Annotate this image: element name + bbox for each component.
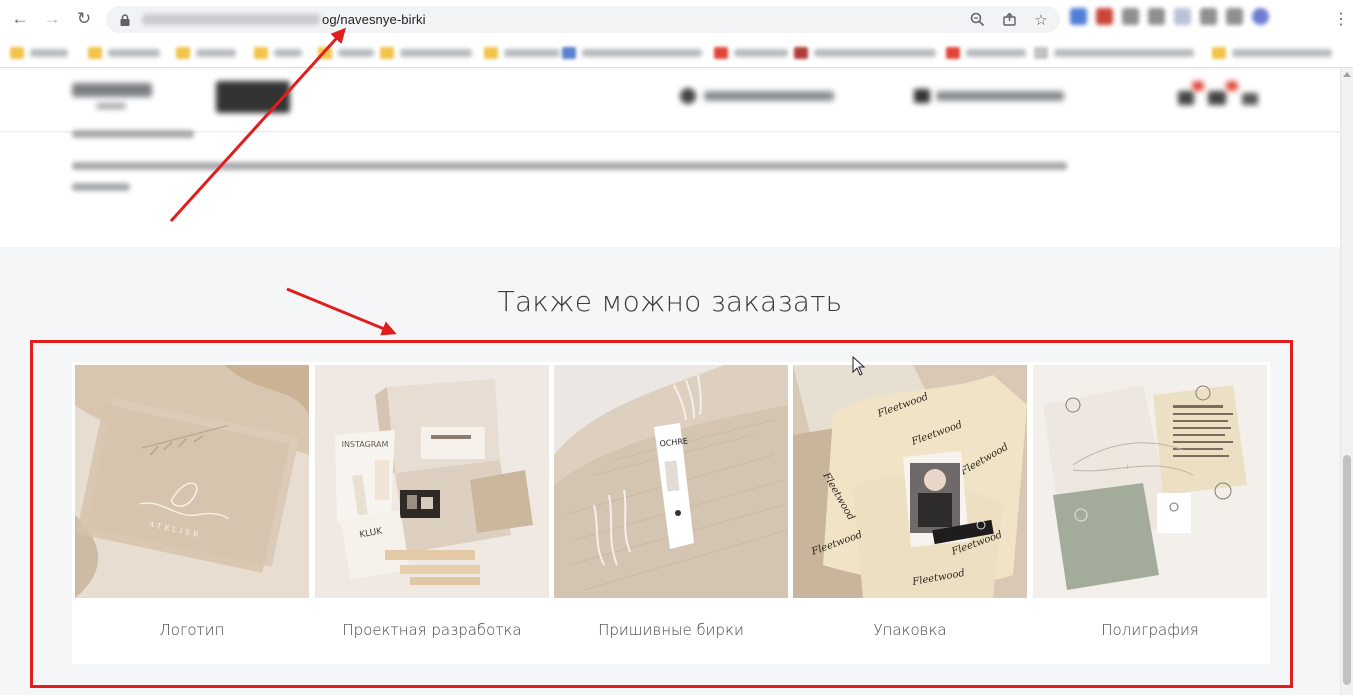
extension-icon[interactable]: [1226, 8, 1243, 25]
bookmark-item[interactable]: [254, 46, 302, 60]
bookmarks-bar: [0, 38, 1353, 68]
folder-icon: [1212, 47, 1226, 59]
folder-icon: [254, 47, 268, 59]
favorites-icon[interactable]: [1208, 91, 1226, 105]
card-label[interactable]: Упаковка: [793, 621, 1027, 639]
section-title: Также можно заказать: [497, 285, 843, 318]
card-project[interactable]: INSTAGRAM KLUK Проектная разработка: [315, 365, 549, 661]
mouse-cursor-icon: [852, 356, 866, 376]
folder-icon: [10, 47, 24, 59]
card-sewn-tags[interactable]: OCHRE Пришивные бирки: [554, 365, 788, 661]
card-packaging[interactable]: Fleetwood Fleetwood Fleetwood Fleetwood …: [793, 365, 1027, 661]
compare-icon[interactable]: [1178, 91, 1194, 105]
text-line: [72, 162, 1067, 170]
project-kit-image[interactable]: INSTAGRAM KLUK: [315, 365, 549, 598]
card-label[interactable]: Полиграфия: [1033, 621, 1267, 639]
folder-icon: [88, 47, 102, 59]
bookmark-item[interactable]: [88, 46, 160, 60]
folder-icon: [318, 47, 332, 59]
menu-kebab-icon[interactable]: ⋮: [1333, 9, 1349, 29]
card-label[interactable]: Пришивные бирки: [554, 621, 788, 639]
site-icon: [562, 47, 576, 59]
extension-icon[interactable]: [1174, 8, 1191, 25]
url-host-blurred: [142, 14, 320, 25]
card-logo[interactable]: ATELIER Логотип: [75, 365, 309, 661]
text-line: [72, 183, 130, 191]
compare-badge: [1192, 81, 1204, 91]
extension-icon[interactable]: [1096, 8, 1113, 25]
star-icon[interactable]: ☆: [1032, 11, 1050, 29]
site-icon: [946, 47, 960, 59]
site-icon: [1034, 47, 1048, 59]
bookmark-item[interactable]: [380, 46, 472, 60]
site-logo-caption: [96, 103, 126, 109]
extension-icon[interactable]: [1200, 8, 1217, 25]
extension-icon[interactable]: [1148, 8, 1165, 25]
logo-card-image[interactable]: ATELIER: [75, 365, 309, 598]
related-products-grid: ATELIER Логотип INSTAGRAM KLUK Проектная…: [72, 362, 1270, 664]
bookmark-item[interactable]: [10, 46, 68, 60]
bookmark-item[interactable]: [714, 46, 788, 60]
article-text-block: [0, 130, 1340, 247]
folder-icon: [380, 47, 394, 59]
card-label[interactable]: Логотип: [75, 621, 309, 639]
cart-icon[interactable]: [1242, 93, 1258, 105]
share-icon[interactable]: [1000, 11, 1018, 29]
address-bar[interactable]: og/navesnye-birki ☆: [106, 6, 1060, 33]
site-header: [0, 69, 1340, 132]
packaging-image[interactable]: Fleetwood Fleetwood Fleetwood Fleetwood …: [793, 365, 1027, 598]
email-address[interactable]: [936, 91, 1064, 101]
site-icon: [714, 47, 728, 59]
bookmark-item[interactable]: [484, 46, 560, 60]
phone-number[interactable]: [704, 91, 834, 101]
profile-avatar-icon[interactable]: [1252, 8, 1269, 25]
bookmark-item[interactable]: [318, 46, 374, 60]
bookmark-item[interactable]: [1034, 46, 1194, 60]
bookmark-item[interactable]: [1212, 46, 1332, 60]
catalog-button[interactable]: [216, 81, 290, 113]
printing-image[interactable]: [1033, 365, 1267, 598]
site-icon: [794, 47, 808, 59]
folder-icon: [176, 47, 190, 59]
lock-icon: [120, 13, 130, 26]
extension-icon[interactable]: [1070, 8, 1087, 25]
browser-toolbar: ← → ↻ og/navesnye-birki ☆ ⋮: [0, 0, 1353, 38]
zoom-icon[interactable]: [968, 11, 986, 29]
bookmark-item[interactable]: [794, 46, 936, 60]
scroll-up-arrow-icon[interactable]: [1343, 72, 1351, 77]
mail-icon: [914, 89, 930, 103]
folder-icon: [484, 47, 498, 59]
back-arrow-icon[interactable]: ←: [9, 8, 31, 30]
bookmark-item[interactable]: [946, 46, 1026, 60]
forward-arrow-icon[interactable]: →: [41, 8, 63, 30]
card-printing[interactable]: Полиграфия: [1033, 365, 1267, 661]
reload-icon[interactable]: ↻: [73, 8, 95, 30]
url-path: og/navesnye-birki: [322, 12, 426, 27]
card-label[interactable]: Проектная разработка: [315, 621, 549, 639]
bookmark-item[interactable]: [176, 46, 236, 60]
favorites-badge: [1226, 81, 1238, 91]
extension-icon[interactable]: [1122, 8, 1139, 25]
scrollbar-thumb[interactable]: [1343, 455, 1351, 685]
bookmark-item[interactable]: [562, 46, 702, 60]
extensions-bar: [1070, 8, 1269, 25]
text-line: [72, 130, 194, 138]
svg-text:INSTAGRAM: INSTAGRAM: [342, 440, 389, 449]
phone-icon: [680, 88, 696, 104]
sewn-tag-image[interactable]: OCHRE: [554, 365, 788, 598]
site-logo[interactable]: [72, 83, 152, 97]
